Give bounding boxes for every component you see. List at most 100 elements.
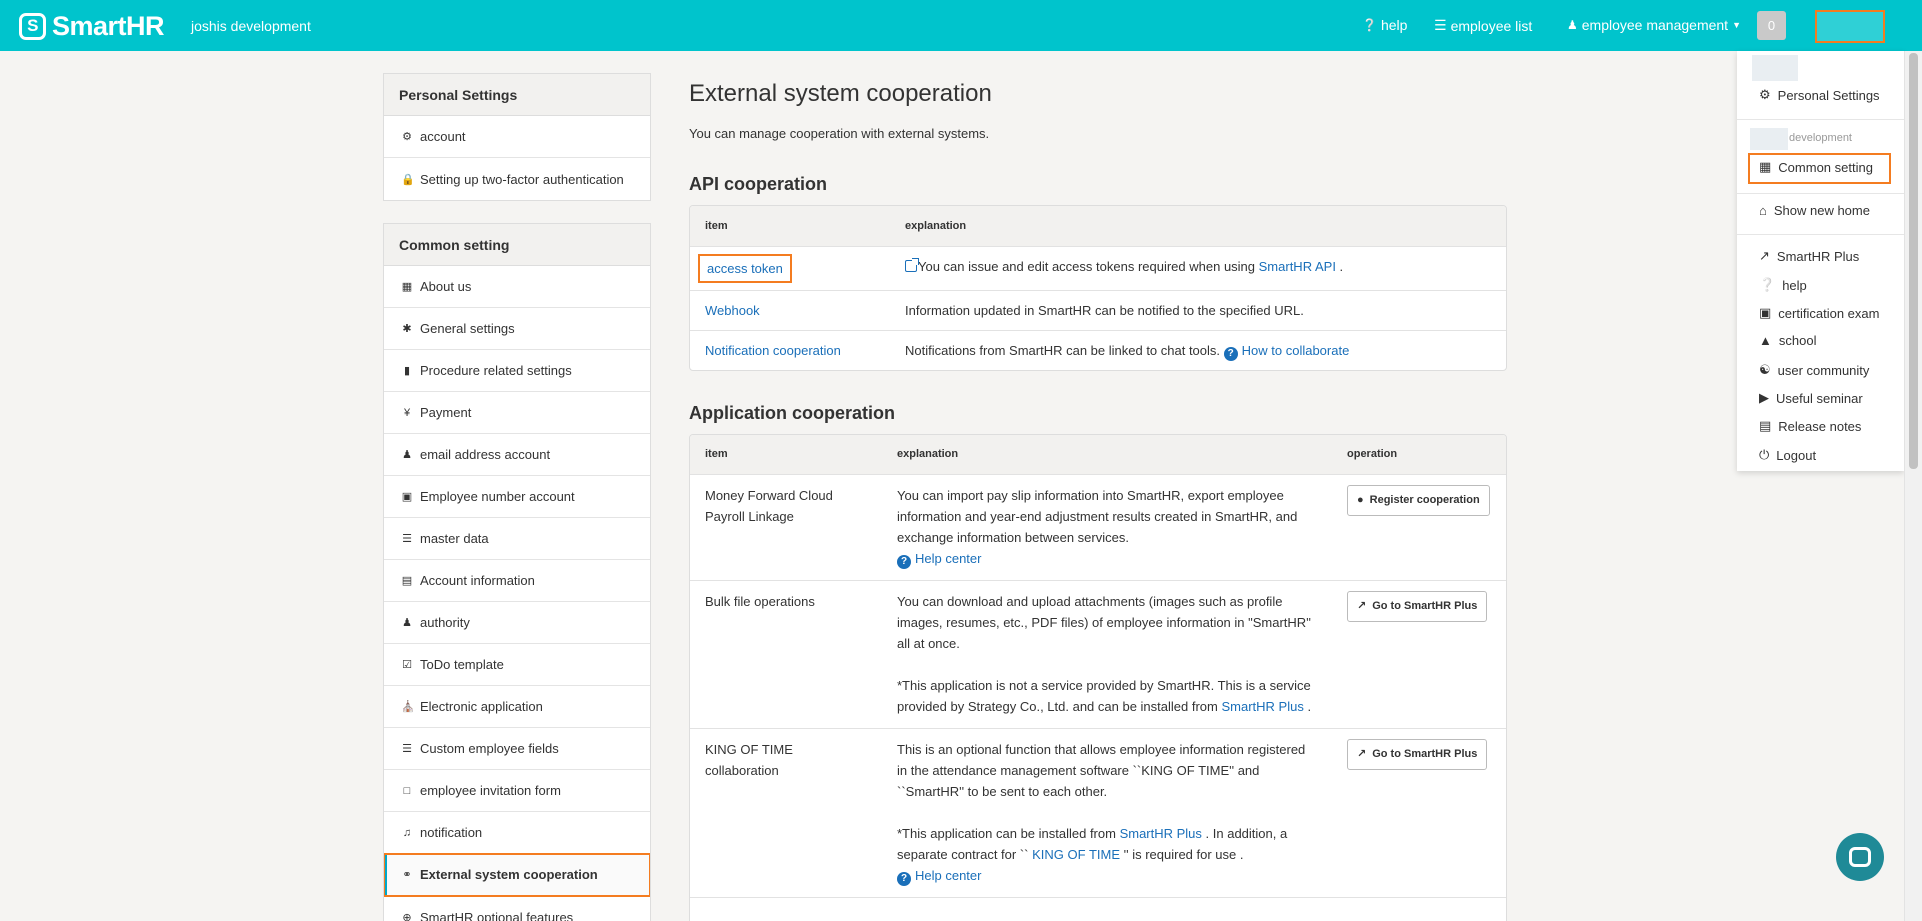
app-item-name: KING OF TIME collaboration [690, 728, 882, 898]
divider [1737, 234, 1904, 235]
question-circle-icon: ❔ [1362, 18, 1377, 32]
sidebar-item-email-account[interactable]: ♟ email address account [384, 434, 650, 476]
power-icon: ⏻ [1759, 447, 1770, 462]
dropdown-release-notes[interactable]: ▤ Release notes [1759, 418, 1861, 434]
app-explanation: You can download and upload attachments … [897, 594, 1311, 651]
user-account-menu-button[interactable] [1815, 10, 1885, 43]
help-center-link[interactable]: Help center [915, 868, 981, 883]
sidebar-item-external-system-cooperation[interactable]: ⚭ External system cooperation [384, 853, 650, 897]
access-token-explanation: You can issue and edit access tokens req… [918, 258, 1259, 274]
user-icon: ♟ [1567, 18, 1578, 32]
access-token-link[interactable]: access token [698, 253, 792, 283]
dropdown-item-label: user community [1777, 362, 1870, 378]
smarthr-plus-link[interactable]: SmartHR Plus [1221, 699, 1303, 714]
dropdown-item-label: Logout [1776, 447, 1817, 463]
king-of-time-link[interactable]: KING OF TIME [1032, 847, 1120, 862]
employee-management-dropdown[interactable]: ♟ employee management ▼ [1567, 17, 1741, 33]
dropdown-certification-exam[interactable]: ▣ certification exam [1759, 305, 1879, 321]
table-row: Money Forward Cloud Payroll Linkage You … [690, 474, 1506, 581]
question-circle-icon: ? [897, 555, 911, 569]
page-description: You can manage cooperation with external… [689, 126, 990, 141]
sidebar-item-general-settings[interactable]: ✱ General settings [384, 308, 650, 350]
dropdown-show-new-home[interactable]: ⌂ Show new home [1759, 203, 1870, 218]
top-navbar: S SmartHR joshis development ❔ help ☰ em… [0, 0, 1922, 51]
sidebar-item-label: External system cooperation [420, 867, 598, 882]
go-to-smarthr-plus-button[interactable]: ↗ Go to SmartHR Plus [1347, 591, 1488, 622]
asterisk-icon: ✱ [402, 323, 412, 335]
database-icon: ☰ [402, 533, 412, 545]
smarthr-api-link[interactable]: SmartHR API [1259, 259, 1336, 274]
help-center-link[interactable]: Help center [915, 551, 981, 566]
sidebar-item-label: Procedure related settings [420, 363, 572, 378]
dropdown-item-label: Common setting [1778, 159, 1873, 175]
dropdown-logout[interactable]: ⏻ Logout [1759, 447, 1816, 463]
sidebar-item-todo-template[interactable]: ☑ ToDo template [384, 644, 650, 686]
dropdown-item-label: Release notes [1778, 418, 1862, 434]
sidebar-item-notification[interactable]: ♫ notification [384, 812, 650, 854]
dropdown-common-setting[interactable]: ▦ Common setting [1759, 159, 1873, 175]
sidebar-item-label: Payment [420, 405, 472, 420]
notification-count-badge[interactable]: 0 [1757, 11, 1786, 40]
column-header-item: item [690, 434, 882, 475]
smarthr-plus-link[interactable]: SmartHR Plus [1120, 826, 1202, 841]
register-cooperation-button[interactable]: ● Register cooperation [1347, 485, 1490, 516]
dropdown-useful-seminar[interactable]: ▶ Useful seminar [1759, 390, 1863, 406]
sidebar-item-invitation-form[interactable]: □ employee invitation form [384, 770, 650, 812]
dropdown-item-label: Useful seminar [1776, 390, 1863, 406]
video-icon: ▶ [1759, 390, 1769, 405]
question-circle-icon: ? [1223, 346, 1238, 361]
dropdown-item-label: school [1778, 333, 1817, 348]
dropdown-school[interactable]: ▲ school [1759, 333, 1816, 348]
sidebar-item-label: SmartHR optional features [420, 909, 574, 921]
sidebar-item-label: General settings [420, 321, 515, 336]
sidebar-item-label: notification [420, 825, 483, 840]
graduation-cap-icon: ▲ [1759, 333, 1772, 348]
employee-list-nav-link[interactable]: ☰ employee list [1434, 17, 1532, 34]
sidebar-item-label: account [420, 129, 466, 144]
sidebar-item-payment[interactable]: ¥ Payment [384, 392, 650, 434]
table-row: KING OF TIME collaboration This is an op… [690, 728, 1506, 898]
yen-icon: ¥ [403, 406, 411, 419]
sidebar-item-procedure-settings[interactable]: ▮ Procedure related settings [384, 350, 650, 392]
dropdown-personal-settings[interactable]: ⚙ Personal Settings [1759, 87, 1880, 103]
notification-cooperation-link[interactable]: Notification cooperation [705, 343, 841, 358]
lock-icon: 🔒 [401, 173, 415, 186]
dropdown-help[interactable]: ❔ help [1759, 277, 1807, 293]
sidebar-item-about-us[interactable]: ▦ About us [384, 266, 650, 308]
page-scrollbar[interactable] [1904, 51, 1922, 921]
help-nav-label: help [1380, 17, 1408, 33]
sidebar-item-optional-features[interactable]: ⊕ SmartHR optional features [384, 896, 650, 921]
plus-circle-icon: ● [1357, 494, 1364, 506]
button-label: Go to SmartHR Plus [1372, 748, 1478, 760]
dropdown-user-community[interactable]: ☯ user community [1759, 362, 1869, 378]
sidebar-item-two-factor[interactable]: 🔒 Setting up two-factor authentication [384, 158, 650, 200]
dropdown-smarthr-plus[interactable]: ↗ SmartHR Plus [1759, 248, 1859, 264]
webhook-link[interactable]: Webhook [705, 303, 760, 318]
sidebar-item-electronic-application[interactable]: ⛪ Electronic application [384, 686, 650, 728]
sidebar-item-account-information[interactable]: ▤ Account information [384, 560, 650, 602]
question-circle-icon: ❔ [1759, 277, 1776, 292]
sidebar-item-label: About us [420, 279, 472, 294]
app-item-name: Bulk file operations [690, 580, 882, 729]
list-icon: ☰ [402, 743, 412, 755]
how-to-collaborate-link[interactable]: How to collaborate [1242, 343, 1350, 358]
sidebar-item-master-data[interactable]: ☰ master data [384, 518, 650, 560]
app-explanation: This is an optional function that allows… [897, 742, 1306, 799]
sidebar-item-label: ToDo template [420, 657, 504, 672]
sentence-end: . [1335, 258, 1344, 274]
sidebar-item-account[interactable]: ⚙ account [384, 116, 650, 158]
dropdown-item-label: Personal Settings [1777, 87, 1880, 103]
help-nav-link[interactable]: ❔ help [1362, 17, 1407, 33]
sidebar-item-label: Electronic application [420, 699, 543, 714]
sidebar-item-custom-employee-fields[interactable]: ☰ Custom employee fields [384, 728, 650, 770]
sidebar-item-authority[interactable]: ♟ authority [384, 602, 650, 644]
go-to-smarthr-plus-button[interactable]: ↗ Go to SmartHR Plus [1347, 739, 1488, 770]
smarthr-logo[interactable]: S SmartHR [19, 11, 165, 41]
table-row: Bulk file operations You can download an… [690, 580, 1506, 729]
chat-support-button[interactable] [1836, 833, 1884, 881]
gear-icon: ⚙ [1759, 87, 1771, 102]
newspaper-icon: ▤ [1759, 418, 1772, 433]
sidebar-item-employee-number-account[interactable]: ▣ Employee number account [384, 476, 650, 518]
divider [1737, 193, 1904, 194]
scrollbar-thumb[interactable] [1909, 53, 1918, 469]
